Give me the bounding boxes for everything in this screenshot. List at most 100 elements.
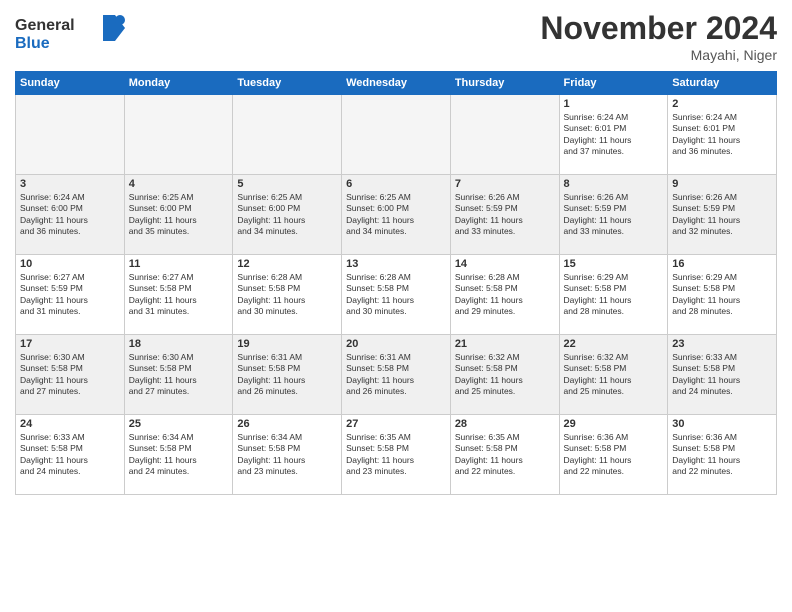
calendar-cell: 30 Sunrise: 6:36 AM Sunset: 5:58 PM Dayli…: [668, 415, 777, 495]
calendar-cell: 19Sunrise: 6:31 AM Sunset: 5:58 PM Dayli…: [233, 335, 342, 415]
calendar-cell: 23 Sunrise: 6:33 AM Sunset: 5:58 PM Dayli…: [668, 335, 777, 415]
calendar-cell: 13 Sunrise: 6:28 AM Sunset: 5:58 PM Dayli…: [342, 255, 451, 335]
day-info: Sunrise: 6:35 AM Sunset: 5:58 PM Dayligh…: [455, 432, 555, 478]
day-info: Sunrise: 6:30 AM Sunset: 5:58 PM Dayligh…: [20, 352, 120, 398]
calendar-cell: 15 Sunrise: 6:29 AM Sunset: 5:58 PM Dayli…: [559, 255, 668, 335]
day-number: 28: [455, 418, 555, 430]
day-number: 16: [672, 258, 772, 270]
day-info: Sunrise: 6:25 AM Sunset: 6:00 PM Dayligh…: [346, 192, 446, 238]
day-number: 12: [237, 258, 337, 270]
calendar-cell: 17 Sunrise: 6:30 AM Sunset: 5:58 PM Dayli…: [16, 335, 125, 415]
calendar-week-3: 10 Sunrise: 6:27 AM Sunset: 5:59 PM Dayli…: [16, 255, 777, 335]
calendar-cell: 27 Sunrise: 6:35 AM Sunset: 5:58 PM Dayli…: [342, 415, 451, 495]
day-number: 6: [346, 178, 446, 190]
day-number: 9: [672, 178, 772, 190]
day-number: 26: [237, 418, 337, 430]
day-number: 2: [672, 98, 772, 110]
calendar-week-2: 3 Sunrise: 6:24 AM Sunset: 6:00 PM Daylig…: [16, 175, 777, 255]
col-saturday: Saturday: [668, 72, 777, 95]
day-info: Sunrise: 6:29 AM Sunset: 5:58 PM Dayligh…: [672, 272, 772, 318]
day-info: Sunrise: 6:24 AM Sunset: 6:01 PM Dayligh…: [672, 112, 772, 158]
calendar-week-4: 17 Sunrise: 6:30 AM Sunset: 5:58 PM Dayli…: [16, 335, 777, 415]
calendar-cell: 4 Sunrise: 6:25 AM Sunset: 6:00 PM Daylig…: [124, 175, 233, 255]
calendar-cell: 11 Sunrise: 6:27 AM Sunset: 5:58 PM Dayli…: [124, 255, 233, 335]
calendar-week-5: 24Sunrise: 6:33 AM Sunset: 5:58 PM Dayli…: [16, 415, 777, 495]
day-number: 19: [237, 338, 337, 350]
day-number: 15: [564, 258, 664, 270]
calendar-cell: 24Sunrise: 6:33 AM Sunset: 5:58 PM Dayli…: [16, 415, 125, 495]
calendar-table: Sunday Monday Tuesday Wednesday Thursday…: [15, 71, 777, 495]
col-thursday: Thursday: [450, 72, 559, 95]
logo-text: General Blue: [15, 10, 125, 60]
day-info: Sunrise: 6:24 AM Sunset: 6:00 PM Dayligh…: [20, 192, 120, 238]
day-info: Sunrise: 6:33 AM Sunset: 5:58 PM Dayligh…: [20, 432, 120, 478]
calendar-cell: 18 Sunrise: 6:30 AM Sunset: 5:58 PM Dayli…: [124, 335, 233, 415]
calendar-cell: [124, 95, 233, 175]
day-number: 11: [129, 258, 229, 270]
location: Mayahi, Niger: [540, 47, 777, 63]
day-info: Sunrise: 6:28 AM Sunset: 5:58 PM Dayligh…: [455, 272, 555, 318]
calendar-cell: 25 Sunrise: 6:34 AM Sunset: 5:58 PM Dayli…: [124, 415, 233, 495]
day-number: 8: [564, 178, 664, 190]
day-info: Sunrise: 6:30 AM Sunset: 5:58 PM Dayligh…: [129, 352, 229, 398]
logo: General Blue: [15, 10, 125, 60]
day-number: 3: [20, 178, 120, 190]
day-info: Sunrise: 6:26 AM Sunset: 5:59 PM Dayligh…: [564, 192, 664, 238]
calendar-cell: [450, 95, 559, 175]
svg-text:Blue: Blue: [15, 35, 50, 52]
day-info: Sunrise: 6:31 AM Sunset: 5:58 PM Dayligh…: [346, 352, 446, 398]
title-area: November 2024 Mayahi, Niger: [540, 10, 777, 63]
day-number: 17: [20, 338, 120, 350]
day-number: 23: [672, 338, 772, 350]
day-number: 7: [455, 178, 555, 190]
day-info: Sunrise: 6:32 AM Sunset: 5:58 PM Dayligh…: [455, 352, 555, 398]
calendar-cell: 5 Sunrise: 6:25 AM Sunset: 6:00 PM Daylig…: [233, 175, 342, 255]
calendar-cell: 20Sunrise: 6:31 AM Sunset: 5:58 PM Dayli…: [342, 335, 451, 415]
day-number: 5: [237, 178, 337, 190]
day-info: Sunrise: 6:26 AM Sunset: 5:59 PM Dayligh…: [455, 192, 555, 238]
day-info: Sunrise: 6:26 AM Sunset: 5:59 PM Dayligh…: [672, 192, 772, 238]
day-number: 29: [564, 418, 664, 430]
calendar-cell: 14 Sunrise: 6:28 AM Sunset: 5:58 PM Dayli…: [450, 255, 559, 335]
day-info: Sunrise: 6:25 AM Sunset: 6:00 PM Dayligh…: [237, 192, 337, 238]
day-number: 14: [455, 258, 555, 270]
day-info: Sunrise: 6:36 AM Sunset: 5:58 PM Dayligh…: [672, 432, 772, 478]
day-number: 1: [564, 98, 664, 110]
day-info: Sunrise: 6:29 AM Sunset: 5:58 PM Dayligh…: [564, 272, 664, 318]
col-wednesday: Wednesday: [342, 72, 451, 95]
day-number: 25: [129, 418, 229, 430]
calendar-cell: [342, 95, 451, 175]
day-info: Sunrise: 6:28 AM Sunset: 5:58 PM Dayligh…: [346, 272, 446, 318]
day-info: Sunrise: 6:28 AM Sunset: 5:58 PM Dayligh…: [237, 272, 337, 318]
day-number: 30: [672, 418, 772, 430]
svg-text:General: General: [15, 17, 75, 34]
calendar-cell: 7 Sunrise: 6:26 AM Sunset: 5:59 PM Daylig…: [450, 175, 559, 255]
page-container: General Blue November 2024 Mayahi, Niger…: [0, 0, 792, 505]
day-number: 18: [129, 338, 229, 350]
day-number: 13: [346, 258, 446, 270]
day-info: Sunrise: 6:25 AM Sunset: 6:00 PM Dayligh…: [129, 192, 229, 238]
day-info: Sunrise: 6:34 AM Sunset: 5:58 PM Dayligh…: [237, 432, 337, 478]
day-number: 4: [129, 178, 229, 190]
day-info: Sunrise: 6:35 AM Sunset: 5:58 PM Dayligh…: [346, 432, 446, 478]
calendar-cell: 3 Sunrise: 6:24 AM Sunset: 6:00 PM Daylig…: [16, 175, 125, 255]
day-info: Sunrise: 6:27 AM Sunset: 5:59 PM Dayligh…: [20, 272, 120, 318]
day-number: 27: [346, 418, 446, 430]
calendar-cell: 21Sunrise: 6:32 AM Sunset: 5:58 PM Dayli…: [450, 335, 559, 415]
calendar-cell: 26 Sunrise: 6:34 AM Sunset: 5:58 PM Dayli…: [233, 415, 342, 495]
calendar-cell: 28 Sunrise: 6:35 AM Sunset: 5:58 PM Dayli…: [450, 415, 559, 495]
calendar-cell: [16, 95, 125, 175]
calendar-cell: 12 Sunrise: 6:28 AM Sunset: 5:58 PM Dayli…: [233, 255, 342, 335]
day-info: Sunrise: 6:33 AM Sunset: 5:58 PM Dayligh…: [672, 352, 772, 398]
header: General Blue November 2024 Mayahi, Niger: [15, 10, 777, 63]
month-title: November 2024: [540, 10, 777, 47]
day-number: 10: [20, 258, 120, 270]
col-sunday: Sunday: [16, 72, 125, 95]
day-number: 22: [564, 338, 664, 350]
col-monday: Monday: [124, 72, 233, 95]
day-info: Sunrise: 6:34 AM Sunset: 5:58 PM Dayligh…: [129, 432, 229, 478]
day-info: Sunrise: 6:27 AM Sunset: 5:58 PM Dayligh…: [129, 272, 229, 318]
calendar-cell: 22Sunrise: 6:32 AM Sunset: 5:58 PM Dayli…: [559, 335, 668, 415]
day-info: Sunrise: 6:24 AM Sunset: 6:01 PM Dayligh…: [564, 112, 664, 158]
calendar-cell: 29Sunrise: 6:36 AM Sunset: 5:58 PM Dayli…: [559, 415, 668, 495]
